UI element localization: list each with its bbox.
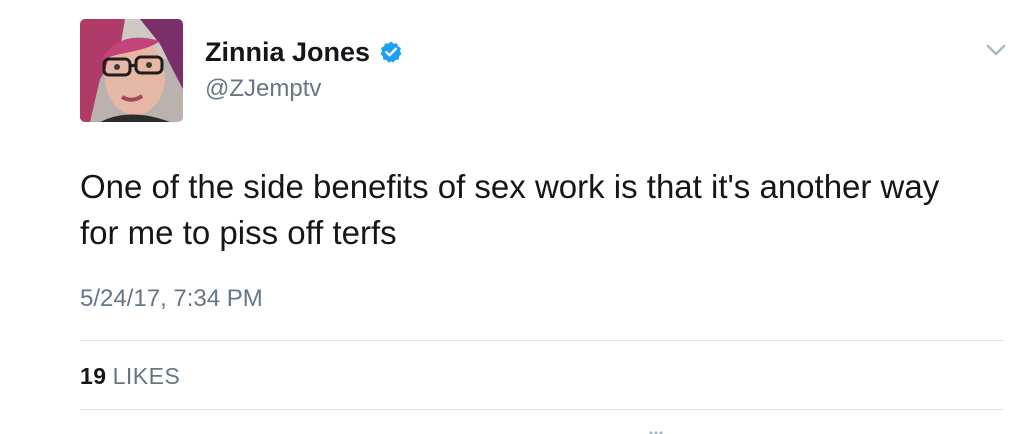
- tweet-timestamp[interactable]: 5/24/17, 7:34 PM: [80, 283, 263, 315]
- avatar[interactable]: [80, 19, 183, 122]
- chevron-down-icon[interactable]: [982, 40, 1010, 60]
- likes-count: 19: [80, 363, 107, 389]
- author-name-row[interactable]: Zinnia Jones: [205, 36, 403, 68]
- tweet-card: Zinnia Jones @ZJemptv One of the side be…: [0, 0, 1024, 434]
- author-handle[interactable]: @ZJemptv: [205, 74, 321, 104]
- likes-stat[interactable]: 19 LIKES: [80, 360, 180, 392]
- likes-label: LIKES: [112, 363, 181, 389]
- tweet-text: One of the side benefits of sex work is …: [80, 168, 940, 251]
- avatar-photo-icon: [80, 19, 183, 122]
- author-display-name[interactable]: Zinnia Jones: [205, 36, 370, 68]
- divider: [80, 409, 1004, 410]
- divider: [80, 340, 1004, 341]
- action-icon-partial: [649, 431, 663, 434]
- verified-badge-icon: [380, 41, 402, 63]
